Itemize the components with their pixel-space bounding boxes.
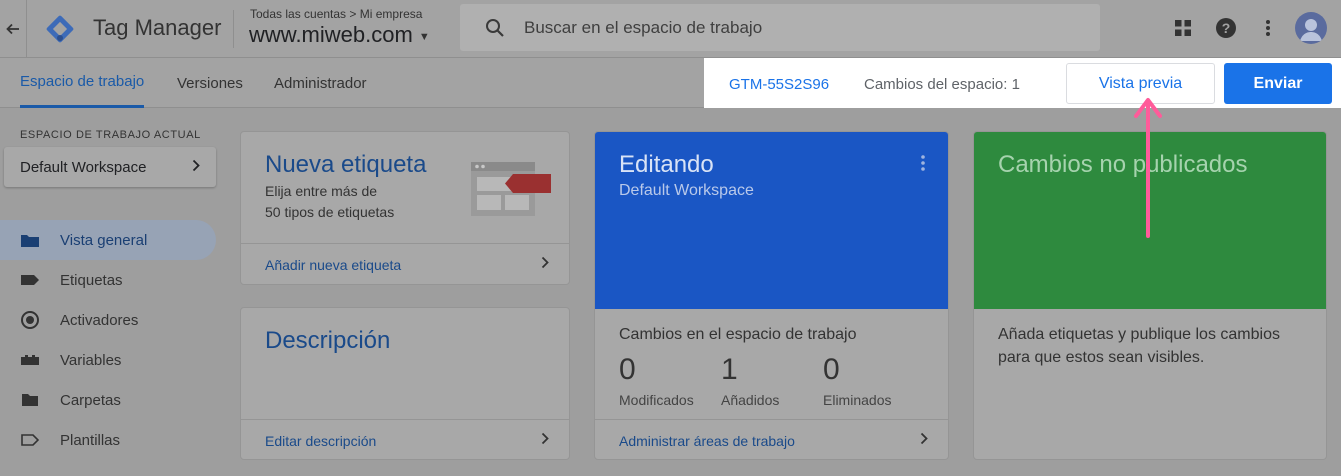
search-input[interactable] xyxy=(524,17,1084,38)
stat-modified-label: Modificados xyxy=(619,392,694,408)
workspace-heading: ESPACIO DE TRABAJO ACTUAL xyxy=(20,129,201,141)
sidebar-item-folders[interactable]: Carpetas xyxy=(0,380,216,420)
container-selector[interactable]: www.miweb.com ▼ xyxy=(249,22,430,48)
search-icon xyxy=(486,18,504,37)
submit-button[interactable]: Enviar xyxy=(1224,63,1332,104)
template-icon xyxy=(20,430,40,450)
overview-icon xyxy=(20,230,40,250)
variables-icon xyxy=(20,350,40,370)
new-tag-title[interactable]: Nueva etiqueta xyxy=(265,151,426,179)
folder-icon xyxy=(20,390,40,410)
manage-workspaces-link[interactable]: Administrar áreas de trabajo xyxy=(595,419,948,459)
sidebar-item-triggers[interactable]: Activadores xyxy=(0,300,216,340)
caret-down-icon: ▼ xyxy=(418,31,430,43)
trigger-icon xyxy=(20,310,40,330)
workspace-changes: Cambios del espacio: 1 xyxy=(864,76,1020,93)
breadcrumb[interactable]: Todas las cuentas > Mi empresa xyxy=(250,7,422,21)
edit-description-label: Editar descripción xyxy=(265,432,377,449)
container-id[interactable]: GTM-55S2S96 xyxy=(729,76,829,93)
add-tag-link[interactable]: Añadir nueva etiqueta xyxy=(241,243,569,284)
changes-heading: Cambios en el espacio de trabajo xyxy=(619,326,857,343)
sidebar-item-tags[interactable]: Etiquetas xyxy=(0,260,216,300)
help-icon[interactable]: ? xyxy=(1213,15,1239,41)
sidebar-item-label: Variables xyxy=(60,351,122,369)
sidebar-item-templates[interactable]: Plantillas xyxy=(0,420,216,460)
tab-versions[interactable]: Versiones xyxy=(177,58,243,108)
sidebar-item-label: Vista general xyxy=(60,231,148,249)
search-bar[interactable] xyxy=(460,4,1100,51)
chevron-right-icon xyxy=(541,432,549,450)
tag-manager-logo xyxy=(46,15,74,43)
more-vert-icon[interactable] xyxy=(1255,15,1281,41)
edit-description-link[interactable]: Editar descripción xyxy=(241,419,569,459)
tag-illustration-icon xyxy=(471,162,551,216)
manage-workspaces-label: Administrar áreas de trabajo xyxy=(619,432,795,449)
arrow-back-icon[interactable] xyxy=(0,0,26,58)
workspace-name: Default Workspace xyxy=(20,158,147,176)
tab-admin[interactable]: Administrador xyxy=(274,58,367,108)
editing-title: Editando xyxy=(619,151,714,178)
app-title: Tag Manager xyxy=(93,15,222,40)
chevron-right-icon xyxy=(192,159,200,176)
tab-workspace[interactable]: Espacio de trabajo xyxy=(20,58,145,108)
description-title: Descripción xyxy=(265,327,391,354)
add-tag-label: Añadir nueva etiqueta xyxy=(265,256,402,273)
divider xyxy=(26,0,27,58)
stat-deleted-label: Eliminados xyxy=(823,392,892,408)
unpublished-body-1: Añada etiquetas y publique los cambios xyxy=(998,326,1280,343)
stat-added-label: Añadidos xyxy=(721,392,780,408)
sidebar-item-overview[interactable]: Vista general xyxy=(0,220,216,260)
sidebar-item-variables[interactable]: Variables xyxy=(0,340,216,380)
annotation-arrow-icon xyxy=(1134,98,1162,238)
svg-text:?: ? xyxy=(1222,20,1231,36)
sidebar-item-label: Etiquetas xyxy=(60,271,123,289)
more-vert-icon[interactable] xyxy=(920,154,926,177)
stat-deleted-value: 0 xyxy=(823,353,840,386)
sidebar-item-label: Carpetas xyxy=(60,391,121,409)
tag-icon xyxy=(20,270,40,290)
unpublished-body-2: para que estos sean visibles. xyxy=(998,349,1205,366)
sidebar-item-label: Activadores xyxy=(60,311,139,329)
chevron-right-icon xyxy=(920,432,928,450)
new-tag-subtitle-2: 50 tipos de etiquetas xyxy=(265,204,395,220)
new-tag-subtitle-1: Elija entre más de xyxy=(265,183,378,199)
container-name: www.miweb.com xyxy=(249,22,413,47)
stat-added-value: 1 xyxy=(721,353,738,386)
unpublished-title: Cambios no publicados xyxy=(998,151,1248,178)
editing-workspace: Default Workspace xyxy=(619,182,754,199)
stat-modified-value: 0 xyxy=(619,353,636,386)
chevron-right-icon xyxy=(541,256,549,274)
description-card: Descripción Editar descripción xyxy=(240,307,570,460)
divider xyxy=(233,10,234,48)
apps-grid-icon[interactable] xyxy=(1170,15,1196,41)
editing-card: Editando Default Workspace Cambios en el… xyxy=(594,131,949,460)
workspace-selector[interactable]: Default Workspace xyxy=(4,147,216,187)
sidebar-item-label: Plantillas xyxy=(60,431,121,449)
top-bar: Tag Manager Todas las cuentas > Mi empre… xyxy=(0,0,1341,58)
account-avatar[interactable] xyxy=(1295,12,1327,44)
new-tag-card: Nueva etiqueta Elija entre más de 50 tip… xyxy=(240,131,570,285)
